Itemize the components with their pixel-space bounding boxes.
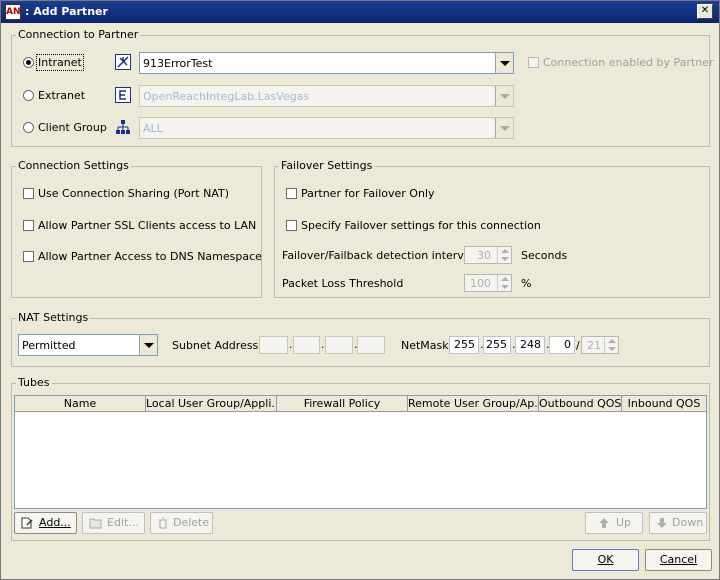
netmask-octet-1[interactable]: 255 <box>449 336 479 354</box>
add-label: Add... <box>39 516 71 529</box>
prefix-spinner[interactable]: 21 <box>581 336 619 354</box>
packet-loss-spinner[interactable]: 100 <box>464 274 512 292</box>
interval-label: Failover/Failback detection interval <box>282 249 474 262</box>
subnet-octet-2[interactable] <box>293 336 320 354</box>
spinner-arrows-icon[interactable] <box>604 337 618 353</box>
delete-label: Delete <box>173 516 210 529</box>
connection-enabled-checkbox[interactable] <box>528 57 539 68</box>
interval-value: 30 <box>477 249 491 262</box>
prefix-slash: / <box>576 339 580 352</box>
connection-settings-legend: Connection Settings <box>16 159 131 172</box>
spinner-arrows-icon[interactable] <box>497 275 511 291</box>
chevron-down-icon[interactable] <box>139 335 157 355</box>
nat-mode-combo[interactable]: Permitted <box>18 334 158 356</box>
extranet-value: OpenReachIntegLab.LasVegas <box>143 90 310 103</box>
trash-icon <box>159 517 167 529</box>
packet-loss-label: Packet Loss Threshold <box>282 277 404 290</box>
spinner-arrows-icon[interactable] <box>497 247 511 263</box>
column-firewall-policy[interactable]: Firewall Policy <box>277 396 408 412</box>
edit-tube-button[interactable]: Edit... <box>82 512 145 534</box>
chevron-down-icon[interactable] <box>495 86 513 106</box>
column-local-user-group[interactable]: Local User Group/Appli... <box>146 396 277 412</box>
move-up-button[interactable]: Up <box>585 512 643 534</box>
extranet-combo[interactable]: OpenReachIntegLab.LasVegas <box>139 85 514 107</box>
folder-icon <box>89 518 102 529</box>
netmask-octet-2[interactable]: 255 <box>483 336 511 354</box>
tubes-legend: Tubes <box>16 376 52 389</box>
subnet-octet-3[interactable] <box>325 336 353 354</box>
move-down-button[interactable]: Down <box>649 512 707 534</box>
ssl-clients-checkbox[interactable] <box>23 220 34 231</box>
dns-namespace-checkbox[interactable] <box>23 251 34 262</box>
title-bar: AN : Add Partner ✕ <box>1 1 719 23</box>
client-group-icon <box>116 120 130 134</box>
subnet-octet-1[interactable] <box>259 336 288 354</box>
add-document-icon <box>21 517 33 529</box>
packet-loss-value: 100 <box>470 277 491 290</box>
interval-unit: Seconds <box>521 249 568 262</box>
tubes-table-header: Name Local User Group/Appli... Firewall … <box>15 396 706 412</box>
tubes-table[interactable]: Name Local User Group/Appli... Firewall … <box>14 395 707 509</box>
column-outbound-qos[interactable]: Outbound QOS <box>539 396 622 412</box>
edit-label: Edit... <box>107 516 139 529</box>
intranet-radio[interactable] <box>23 57 34 68</box>
connection-legend: Connection to Partner <box>16 28 141 41</box>
connection-enabled-label: Connection enabled by Partner <box>543 56 714 69</box>
connection-settings-group: Connection Settings <box>11 159 262 298</box>
subnet-octet-4[interactable] <box>357 336 385 354</box>
up-label: Up <box>616 516 632 529</box>
down-label: Down <box>672 516 704 529</box>
delete-tube-button[interactable]: Delete <box>150 512 213 534</box>
subnet-label: Subnet Address <box>172 339 259 352</box>
netmask-octet-4[interactable]: 0 <box>549 336 575 354</box>
cancel-label: Cancel <box>659 553 698 566</box>
specify-failover-label[interactable]: Specify Failover settings for this conne… <box>301 219 541 232</box>
failover-only-label[interactable]: Partner for Failover Only <box>301 187 435 200</box>
ok-label: OK <box>597 553 614 566</box>
cancel-button[interactable]: Cancel <box>645 549 712 571</box>
interval-spinner[interactable]: 30 <box>464 246 512 264</box>
close-icon[interactable]: ✕ <box>697 4 713 19</box>
nat-legend: NAT Settings <box>16 311 91 324</box>
packet-loss-unit: % <box>521 277 532 290</box>
extranet-label[interactable]: Extranet <box>38 89 85 102</box>
extranet-radio[interactable] <box>23 90 34 101</box>
add-partner-dialog: AN : Add Partner ✕ Connection to Partner… <box>0 0 720 580</box>
client-group-value: ALL <box>143 122 163 135</box>
ok-button[interactable]: OK <box>572 549 639 571</box>
intranet-value: 913ErrorTest <box>143 57 213 70</box>
dns-namespace-label[interactable]: Allow Partner Access to DNS Namespace <box>38 250 262 263</box>
failover-only-checkbox[interactable] <box>286 188 297 199</box>
failover-legend: Failover Settings <box>279 159 375 172</box>
add-tube-button[interactable]: Add... <box>14 512 77 534</box>
intranet-label[interactable]: Intranet <box>36 54 84 71</box>
client-group-combo[interactable]: ALL <box>139 117 514 139</box>
prefix-value: 21 <box>587 339 601 352</box>
column-name[interactable]: Name <box>15 396 146 412</box>
netmask-label: NetMask <box>401 339 449 352</box>
app-icon: AN <box>5 4 21 20</box>
specify-failover-checkbox[interactable] <box>286 220 297 231</box>
column-inbound-qos[interactable]: Inbound QOS <box>622 396 706 412</box>
ssl-clients-label[interactable]: Allow Partner SSL Clients access to LAN <box>38 219 256 232</box>
arrow-down-icon <box>657 518 667 528</box>
window-title: : Add Partner <box>25 5 108 18</box>
nat-mode-value: Permitted <box>22 339 76 352</box>
port-nat-label[interactable]: Use Connection Sharing (Port NAT) <box>38 187 229 200</box>
client-group-label[interactable]: Client Group <box>38 121 107 134</box>
chevron-down-icon[interactable] <box>495 118 513 138</box>
extranet-icon <box>115 87 131 103</box>
intranet-icon <box>115 54 131 70</box>
port-nat-checkbox[interactable] <box>23 188 34 199</box>
client-group-radio[interactable] <box>23 122 34 133</box>
intranet-combo[interactable]: 913ErrorTest <box>139 52 514 74</box>
netmask-octet-3[interactable]: 248 <box>515 336 545 354</box>
column-remote-user-group[interactable]: Remote User Group/Ap... <box>408 396 539 412</box>
chevron-down-icon[interactable] <box>495 53 513 73</box>
arrow-up-icon <box>599 518 609 528</box>
